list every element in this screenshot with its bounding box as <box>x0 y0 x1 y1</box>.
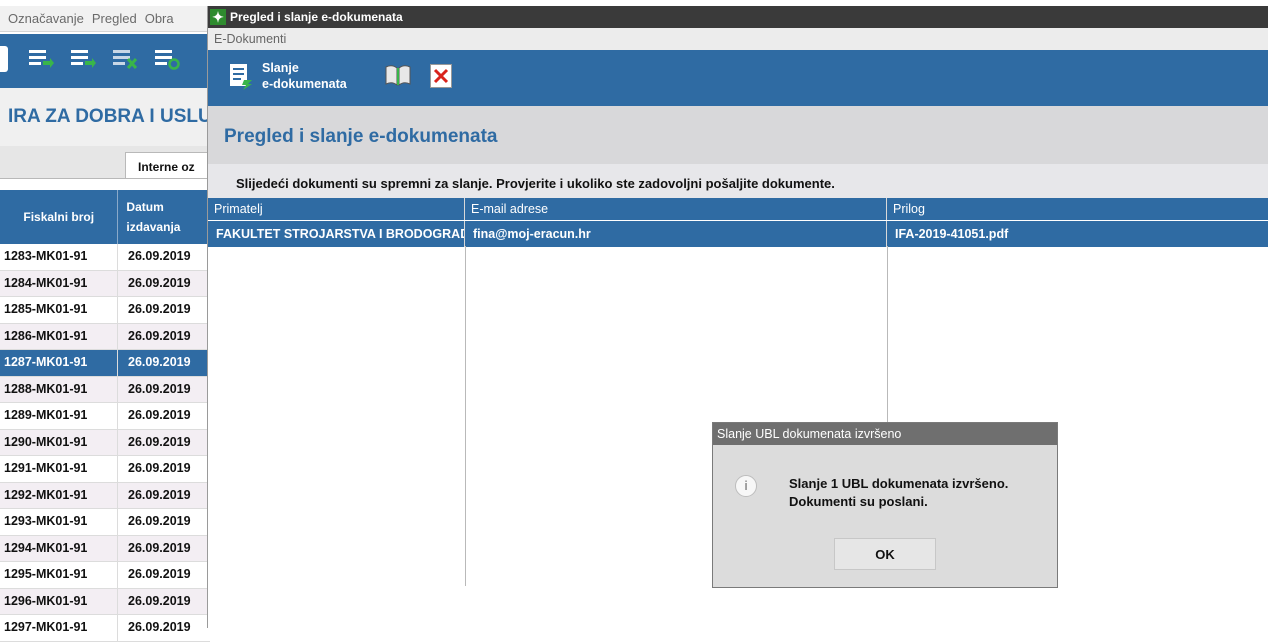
table-row[interactable]: 1292-MK01-91 26.09.2019 <box>0 482 210 509</box>
cell-email: fina@moj-eracun.hr <box>465 221 887 247</box>
send-documents-button[interactable]: Slanje e-dokumenata <box>228 60 347 92</box>
cell-prilog: IFA-2019-41051.pdf <box>887 221 1268 247</box>
header-line: Datum <box>126 200 164 214</box>
column-divider <box>465 246 466 586</box>
send-label-line2: e-dokumenata <box>262 77 347 91</box>
dialog-message-line1: Slanje 1 UBL dokumenata izvršeno. <box>789 476 1009 491</box>
table-row[interactable]: 1283-MK01-91 26.09.2019 <box>0 244 210 271</box>
table-row[interactable]: 1294-MK01-91 26.09.2019 <box>0 535 210 562</box>
cell-fiskalni-broj: 1288-MK01-91 <box>0 376 118 402</box>
close-document-icon[interactable] <box>430 64 452 88</box>
app-star-icon: ✦ <box>210 9 226 25</box>
column-header-datum-izdavanja[interactable]: Datum izdavanja <box>118 190 210 244</box>
info-text: Slijedeći dokumenti su spremni za slanje… <box>208 164 1268 198</box>
window-header: Pregled i slanje e-dokumenata <box>208 106 1268 164</box>
cell-datum-izdavanja: 26.09.2019 <box>128 461 191 475</box>
table-row[interactable]: 1289-MK01-91 26.09.2019 <box>0 403 210 430</box>
table-row[interactable]: 1296-MK01-91 26.09.2019 <box>0 588 210 615</box>
toolbar-edge <box>0 46 8 72</box>
cell-datum-izdavanja: 26.09.2019 <box>128 249 191 263</box>
cell-fiskalni-broj: 1289-MK01-91 <box>0 403 118 429</box>
cell-datum-izdavanja: 26.09.2019 <box>128 275 191 290</box>
background-menu-bar: Označavanje Pregled Obra <box>0 6 210 32</box>
ok-button[interactable]: OK <box>834 538 936 570</box>
cell-datum-izdavanja: 26.09.2019 <box>128 567 191 581</box>
cell-datum-izdavanja: 26.09.2019 <box>128 540 191 555</box>
column-header-fiskalni-broj[interactable]: Fiskalni broj <box>0 190 119 244</box>
cell-fiskalni-broj: 1287-MK01-91 <box>0 350 118 376</box>
table-row[interactable]: 1297-MK01-91 26.09.2019 <box>0 615 210 642</box>
background-tab-strip: Interne oz <box>0 146 215 179</box>
column-header-primatelj[interactable]: Primatelj <box>208 198 465 220</box>
cell-primatelj: FAKULTET STROJARSTVA I BRODOGRADNJE <box>208 221 465 247</box>
list-refresh-icon[interactable] <box>154 47 180 71</box>
background-grid: Fiskalni broj Datum izdavanja 1283-MK01-… <box>0 190 210 642</box>
book-icon[interactable] <box>384 64 412 86</box>
table-row[interactable]: FAKULTET STROJARSTVA I BRODOGRADNJE fina… <box>208 220 1268 247</box>
cell-fiskalni-broj: 1292-MK01-91 <box>0 482 118 508</box>
menu-oznacavanje[interactable]: Označavanje <box>8 11 84 26</box>
dialog-title[interactable]: Slanje UBL dokumenata izvršeno <box>713 423 1057 445</box>
table-row[interactable]: 1288-MK01-91 26.09.2019 <box>0 376 210 403</box>
window-title: Pregled i slanje e-dokumenata <box>230 10 403 24</box>
table-row[interactable]: 1286-MK01-91 26.09.2019 <box>0 323 210 350</box>
cell-datum-izdavanja: 26.09.2019 <box>128 593 191 608</box>
cell-datum-izdavanja: 26.09.2019 <box>128 487 191 502</box>
red-x-icon <box>433 68 449 84</box>
cell-datum-izdavanja: 26.09.2019 <box>128 381 191 396</box>
list-add-icon[interactable] <box>28 47 54 71</box>
menu-pregled[interactable]: Pregled <box>92 11 137 26</box>
cell-datum-izdavanja: 26.09.2019 <box>128 408 191 422</box>
list-export-icon[interactable] <box>70 47 96 71</box>
send-label-line1: Slanje <box>262 61 299 75</box>
cell-datum-izdavanja: 26.09.2019 <box>128 355 191 369</box>
dialog-message-line2: Dokumenti su poslani. <box>789 494 928 509</box>
info-icon: i <box>735 475 757 497</box>
window-subtitle: E-Dokumenti <box>208 28 1268 50</box>
table-row[interactable]: 1284-MK01-91 26.09.2019 <box>0 270 210 297</box>
cell-fiskalni-broj: 1283-MK01-91 <box>0 244 118 270</box>
window-title-bar[interactable]: ✦ Pregled i slanje e-dokumenata <box>208 6 1268 28</box>
cell-datum-izdavanja: 26.09.2019 <box>128 328 191 343</box>
cell-datum-izdavanja: 26.09.2019 <box>128 302 191 316</box>
tab-interne-oznake[interactable]: Interne oz <box>125 152 215 178</box>
window-toolbar: Slanje e-dokumenata <box>208 50 1268 106</box>
column-header-email[interactable]: E-mail adrese <box>465 198 887 220</box>
documents-table: Primatelj E-mail adrese Prilog FAKULTET … <box>208 198 1268 586</box>
list-delete-icon[interactable] <box>112 47 138 71</box>
message-dialog: Slanje UBL dokumenata izvršeno i Slanje … <box>712 422 1058 588</box>
column-header-prilog[interactable]: Prilog <box>887 198 1268 220</box>
send-button-label: Slanje e-dokumenata <box>262 60 347 92</box>
background-toolbar <box>0 34 210 88</box>
header-line: izdavanja <box>126 220 181 234</box>
table-row[interactable]: 1290-MK01-91 26.09.2019 <box>0 429 210 456</box>
table-row[interactable]: 1285-MK01-91 26.09.2019 <box>0 297 210 324</box>
background-page-title: IRA ZA DOBRA I USLU <box>0 88 210 146</box>
cell-datum-izdavanja: 26.09.2019 <box>128 514 191 528</box>
cell-fiskalni-broj: 1296-MK01-91 <box>0 588 118 614</box>
cell-fiskalni-broj: 1290-MK01-91 <box>0 429 118 455</box>
table-header: Primatelj E-mail adrese Prilog <box>208 198 1268 220</box>
cell-fiskalni-broj: 1293-MK01-91 <box>0 509 118 535</box>
cell-fiskalni-broj: 1285-MK01-91 <box>0 297 118 323</box>
table-row[interactable]: 1293-MK01-91 26.09.2019 <box>0 509 210 536</box>
menu-obrada[interactable]: Obra <box>145 11 174 26</box>
cell-fiskalni-broj: 1286-MK01-91 <box>0 323 118 349</box>
cell-fiskalni-broj: 1291-MK01-91 <box>0 456 118 482</box>
cell-datum-izdavanja: 26.09.2019 <box>128 434 191 449</box>
table-row[interactable]: 1287-MK01-91 26.09.2019 <box>0 350 210 377</box>
table-row[interactable]: 1295-MK01-91 26.09.2019 <box>0 562 210 589</box>
document-send-icon <box>230 64 252 90</box>
grid-header: Fiskalni broj Datum izdavanja <box>0 190 210 244</box>
table-row[interactable]: 1291-MK01-91 26.09.2019 <box>0 456 210 483</box>
cell-fiskalni-broj: 1284-MK01-91 <box>0 270 118 296</box>
cell-fiskalni-broj: 1294-MK01-91 <box>0 535 118 561</box>
cell-fiskalni-broj: 1295-MK01-91 <box>0 562 118 588</box>
